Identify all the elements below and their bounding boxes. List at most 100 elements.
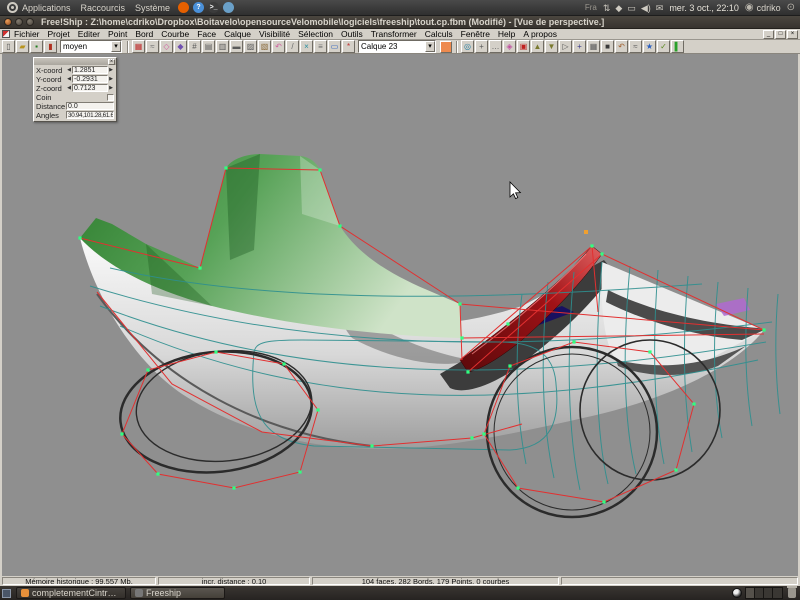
mdi-close-button[interactable]: ×: [787, 30, 798, 39]
align-down-icon[interactable]: ▼: [545, 40, 558, 53]
panel-menu-raccourcis[interactable]: Raccourcis: [81, 3, 126, 13]
normals-icon[interactable]: ≡: [314, 40, 327, 53]
perspective-viewport[interactable]: × X-coord ◀ 1.2851 ▶ Y-coord ◀ -0.2931 ▶…: [0, 54, 800, 576]
save-file-icon[interactable]: ▪: [30, 40, 43, 53]
keyboard-layout-indicator[interactable]: Fra: [585, 3, 597, 12]
menu-point[interactable]: Point: [108, 29, 127, 39]
menu-help[interactable]: Help: [498, 29, 515, 39]
undo-icon[interactable]: ↶: [615, 40, 628, 53]
flowlines-icon[interactable]: ↶: [272, 40, 285, 53]
solid-icon[interactable]: ■: [601, 40, 614, 53]
chevron-down-icon[interactable]: ▾: [111, 41, 121, 52]
workspace-4[interactable]: [773, 588, 782, 598]
coordinate-panel-titlebar[interactable]: ×: [34, 58, 116, 65]
clock[interactable]: mer. 3 oct., 22:10: [669, 3, 739, 13]
project-grid-icon[interactable]: ▦: [587, 40, 600, 53]
panel-menu-syst-me[interactable]: Système: [135, 3, 170, 13]
features-icon[interactable]: ▧: [258, 40, 271, 53]
taskbar-window-completementcintre[interactable]: completementCintre - ...: [16, 587, 126, 599]
menu-face[interactable]: Face: [197, 29, 216, 39]
minimize-window-button[interactable]: [15, 18, 23, 26]
maximize-window-button[interactable]: [26, 18, 34, 26]
menu-projet[interactable]: Projet: [48, 29, 70, 39]
mail-icon[interactable]: ✉: [656, 3, 664, 13]
taskbar-window-freeship[interactable]: Freeship: [130, 587, 225, 599]
layer-color-swatch[interactable]: [440, 41, 452, 53]
open-file-icon[interactable]: ▰: [16, 40, 29, 53]
distro-logo-icon[interactable]: [7, 2, 18, 13]
markers-icon[interactable]: /: [286, 40, 299, 53]
workspace-3[interactable]: [764, 588, 773, 598]
help-launcher-icon[interactable]: ?: [193, 2, 204, 13]
menu-visibilit[interactable]: Visibilité: [259, 29, 290, 39]
workspace-2[interactable]: [755, 588, 764, 598]
menu-fichier[interactable]: Fichier: [14, 29, 40, 39]
new-file-icon[interactable]: ▯: [2, 40, 15, 53]
status-light-icon[interactable]: ▌: [671, 40, 684, 53]
app-launcher-icon[interactable]: [223, 2, 234, 13]
mdi-minimize-button[interactable]: _: [763, 30, 774, 39]
firefox-launcher-icon[interactable]: [178, 2, 189, 13]
close-window-button[interactable]: [4, 18, 12, 26]
menu-calculs[interactable]: Calculs: [425, 29, 453, 39]
network-icon[interactable]: ⇅: [603, 3, 611, 13]
menu-editer[interactable]: Editer: [78, 29, 100, 39]
menu-transformer[interactable]: Transformer: [371, 29, 417, 39]
align-up-icon[interactable]: ▲: [531, 40, 544, 53]
user-menu[interactable]: ◉ cdriko: [745, 2, 781, 13]
z-coord-field[interactable]: 0.7123: [72, 84, 108, 92]
grid-icon[interactable]: #: [188, 40, 201, 53]
angles-field[interactable]: 30.94,101.28,61.6°: [66, 111, 114, 119]
add-point-icon[interactable]: +: [475, 40, 488, 53]
bluetooth-icon[interactable]: ◆: [615, 3, 622, 13]
terminal-launcher-icon[interactable]: >_: [208, 2, 219, 13]
layer-properties-icon[interactable]: ◎: [461, 40, 474, 53]
chevron-down-icon[interactable]: ▾: [425, 41, 435, 52]
lock-point-icon[interactable]: ▣: [517, 40, 530, 53]
control-net-icon[interactable]: ▦: [132, 40, 145, 53]
insert-plane-icon[interactable]: +: [573, 40, 586, 53]
highlight-icon[interactable]: ★: [643, 40, 656, 53]
shade-surface-icon[interactable]: ◆: [174, 40, 187, 53]
close-icon[interactable]: ×: [108, 59, 115, 65]
trash-icon[interactable]: [788, 588, 796, 598]
check-icon[interactable]: ✓: [657, 40, 670, 53]
export-icon[interactable]: ▮: [44, 40, 57, 53]
display-icon[interactable]: ▭: [627, 3, 636, 13]
diagonals-icon[interactable]: ▨: [244, 40, 257, 53]
waterlines-icon[interactable]: ▬: [230, 40, 243, 53]
menu-courbe[interactable]: Courbe: [161, 29, 189, 39]
control-curves-icon[interactable]: ≈: [146, 40, 159, 53]
menu-s-lection[interactable]: Sélection: [298, 29, 333, 39]
menu-bord[interactable]: Bord: [135, 29, 153, 39]
edit-mode-icon[interactable]: ▷: [559, 40, 572, 53]
reset-view-icon[interactable]: *: [342, 40, 355, 53]
buttocks-icon[interactable]: ▥: [216, 40, 229, 53]
volume-icon[interactable]: ◀): [641, 3, 651, 13]
z-increment-button[interactable]: ▶: [108, 85, 114, 91]
freeship-tray-icon[interactable]: [732, 588, 742, 598]
precision-combo[interactable]: moyen▾: [60, 40, 122, 53]
layer-combo[interactable]: Calque 23▾: [358, 40, 436, 53]
menu-a-propos[interactable]: A propos: [523, 29, 557, 39]
y-increment-button[interactable]: ▶: [108, 76, 114, 82]
mdi-restore-button[interactable]: □: [775, 30, 786, 39]
stations-icon[interactable]: ▤: [202, 40, 215, 53]
window-list-icon[interactable]: [2, 589, 11, 598]
spline-icon[interactable]: ≈: [629, 40, 642, 53]
monitor-icon[interactable]: ▭: [328, 40, 341, 53]
power-icon[interactable]: ⊙: [787, 2, 795, 13]
interior-edges-icon[interactable]: ◇: [160, 40, 173, 53]
corner-checkbox[interactable]: [107, 94, 114, 101]
anchor-point-icon[interactable]: ◈: [503, 40, 516, 53]
menu-fen-tre[interactable]: Fenêtre: [461, 29, 490, 39]
distance-field[interactable]: 0.0: [66, 102, 114, 110]
window-titlebar[interactable]: Free!Ship : Z:\home\cdriko\Dropbox\Boita…: [0, 16, 800, 29]
menu-calque[interactable]: Calque: [224, 29, 251, 39]
panel-menu-applications[interactable]: Applications: [22, 3, 71, 13]
curvature-icon[interactable]: ×: [300, 40, 313, 53]
y-coord-field[interactable]: -0.2931: [72, 75, 108, 83]
workspace-1[interactable]: [746, 588, 755, 598]
options-icon[interactable]: …: [489, 40, 502, 53]
x-coord-field[interactable]: 1.2851: [72, 66, 108, 74]
